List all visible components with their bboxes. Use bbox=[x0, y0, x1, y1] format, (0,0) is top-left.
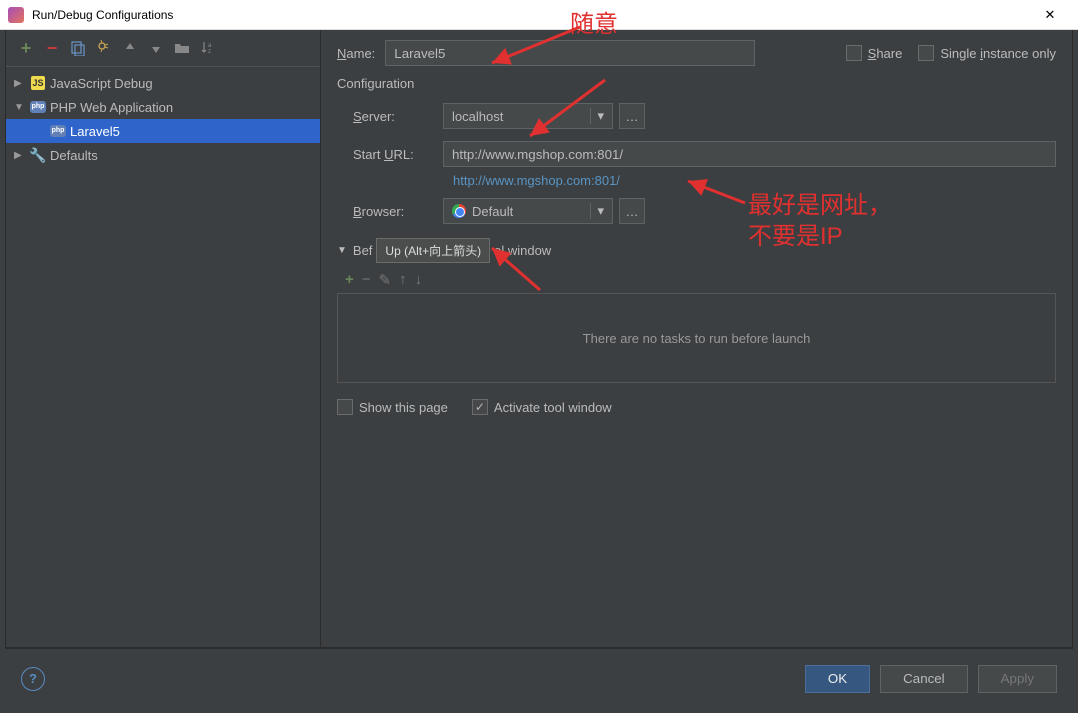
apply-button[interactable]: Apply bbox=[978, 665, 1057, 693]
sort-button[interactable]: az bbox=[198, 38, 218, 58]
tree-item-javascript-debug[interactable]: ▶ JS JavaScript Debug bbox=[6, 71, 320, 95]
svg-text:z: z bbox=[208, 49, 211, 55]
tree-item-laravel5[interactable]: php Laravel5 bbox=[6, 119, 320, 143]
single-instance-label: Single instance only bbox=[940, 46, 1056, 61]
before-launch-toolbar: + − ✎ ↑ ↓ bbox=[345, 271, 1056, 289]
config-toolbar: + − az bbox=[6, 38, 320, 67]
before-launch-label: Bef bbox=[353, 243, 373, 258]
cancel-button[interactable]: Cancel bbox=[880, 665, 968, 693]
remove-task-button[interactable]: − bbox=[362, 271, 371, 289]
share-label: Share bbox=[868, 46, 903, 61]
server-select[interactable]: localhost ▾ bbox=[443, 103, 613, 129]
close-button[interactable]: ✕ bbox=[1030, 0, 1070, 30]
browser-label: Browser: bbox=[353, 204, 443, 219]
collapse-arrow-icon: ▼ bbox=[337, 245, 347, 256]
tree-item-php-web-application[interactable]: ▼ php PHP Web Application bbox=[6, 95, 320, 119]
config-form: Name: Share Single instance only Configu… bbox=[321, 30, 1072, 647]
no-tasks-text: There are no tasks to run before launch bbox=[583, 331, 811, 346]
save-config-button[interactable] bbox=[94, 38, 114, 58]
name-input[interactable] bbox=[385, 40, 755, 66]
browser-value: Default bbox=[472, 204, 513, 219]
help-button[interactable]: ? bbox=[21, 667, 45, 691]
titlebar: Run/Debug Configurations ✕ bbox=[0, 0, 1078, 30]
show-this-page-checkbox[interactable]: Show this page bbox=[337, 399, 448, 415]
configurations-panel: + − az ▶ JS Jav bbox=[6, 30, 321, 647]
before-launch-label-tail: ol window bbox=[494, 243, 551, 258]
remove-config-button[interactable]: − bbox=[42, 38, 62, 58]
show-this-page-label: Show this page bbox=[359, 400, 448, 415]
chrome-icon bbox=[452, 204, 466, 218]
start-url-link[interactable]: http://www.mgshop.com:801/ bbox=[453, 173, 1056, 188]
tree-item-label: Laravel5 bbox=[70, 124, 120, 139]
before-launch-section[interactable]: ▼ Bef Up (Alt+向上箭头) ol window bbox=[337, 238, 1056, 263]
chevron-down-icon: ▾ bbox=[590, 108, 604, 124]
activate-tool-window-checkbox[interactable]: Activate tool window bbox=[472, 399, 612, 415]
add-config-button[interactable]: + bbox=[16, 38, 36, 58]
ok-button[interactable]: OK bbox=[805, 665, 870, 693]
app-icon bbox=[8, 7, 24, 23]
tree-item-label: PHP Web Application bbox=[50, 100, 173, 115]
tree-item-label: JavaScript Debug bbox=[50, 76, 153, 91]
tree-item-label: Defaults bbox=[50, 148, 98, 163]
move-task-down-button[interactable]: ↓ bbox=[415, 271, 423, 289]
checkbox-checked-icon bbox=[472, 399, 488, 415]
dialog-footer: ? OK Cancel Apply bbox=[5, 648, 1073, 708]
window-title: Run/Debug Configurations bbox=[32, 8, 1030, 22]
configuration-section-title: Configuration bbox=[337, 76, 1056, 91]
collapse-arrow-icon: ▼ bbox=[14, 102, 26, 113]
add-task-button[interactable]: + bbox=[345, 271, 354, 289]
name-label: Name: bbox=[337, 46, 375, 61]
start-url-label: Start URL: bbox=[353, 147, 443, 162]
before-launch-task-list: There are no tasks to run before launch bbox=[337, 293, 1056, 383]
browser-more-button[interactable]: … bbox=[619, 198, 645, 224]
edit-task-button[interactable]: ✎ bbox=[379, 271, 392, 289]
share-checkbox[interactable]: Share bbox=[846, 45, 903, 61]
move-down-button[interactable] bbox=[146, 38, 166, 58]
expand-arrow-icon: ▶ bbox=[14, 150, 26, 161]
checkbox-icon bbox=[846, 45, 862, 61]
tooltip: Up (Alt+向上箭头) bbox=[376, 238, 490, 263]
config-tree: ▶ JS JavaScript Debug ▼ php PHP Web Appl… bbox=[6, 67, 320, 171]
server-label: Server: bbox=[353, 109, 443, 124]
copy-config-button[interactable] bbox=[68, 38, 88, 58]
php-icon: php bbox=[30, 99, 46, 115]
browser-select[interactable]: Default ▾ bbox=[443, 198, 613, 224]
js-icon: JS bbox=[30, 75, 46, 91]
activate-tool-window-label: Activate tool window bbox=[494, 400, 612, 415]
move-task-up-button[interactable]: ↑ bbox=[399, 271, 407, 289]
move-up-button[interactable] bbox=[120, 38, 140, 58]
expand-arrow-icon: ▶ bbox=[14, 78, 26, 89]
server-value: localhost bbox=[452, 109, 503, 124]
php-icon: php bbox=[50, 123, 66, 139]
start-url-input[interactable] bbox=[443, 141, 1056, 167]
dialog-body: + − az ▶ JS Jav bbox=[5, 30, 1073, 648]
folder-button[interactable] bbox=[172, 38, 192, 58]
checkbox-icon bbox=[918, 45, 934, 61]
single-instance-checkbox[interactable]: Single instance only bbox=[918, 45, 1056, 61]
wrench-icon: 🔧 bbox=[30, 147, 46, 163]
checkbox-icon bbox=[337, 399, 353, 415]
tree-item-defaults[interactable]: ▶ 🔧 Defaults bbox=[6, 143, 320, 167]
chevron-down-icon: ▾ bbox=[590, 203, 604, 219]
server-more-button[interactable]: … bbox=[619, 103, 645, 129]
